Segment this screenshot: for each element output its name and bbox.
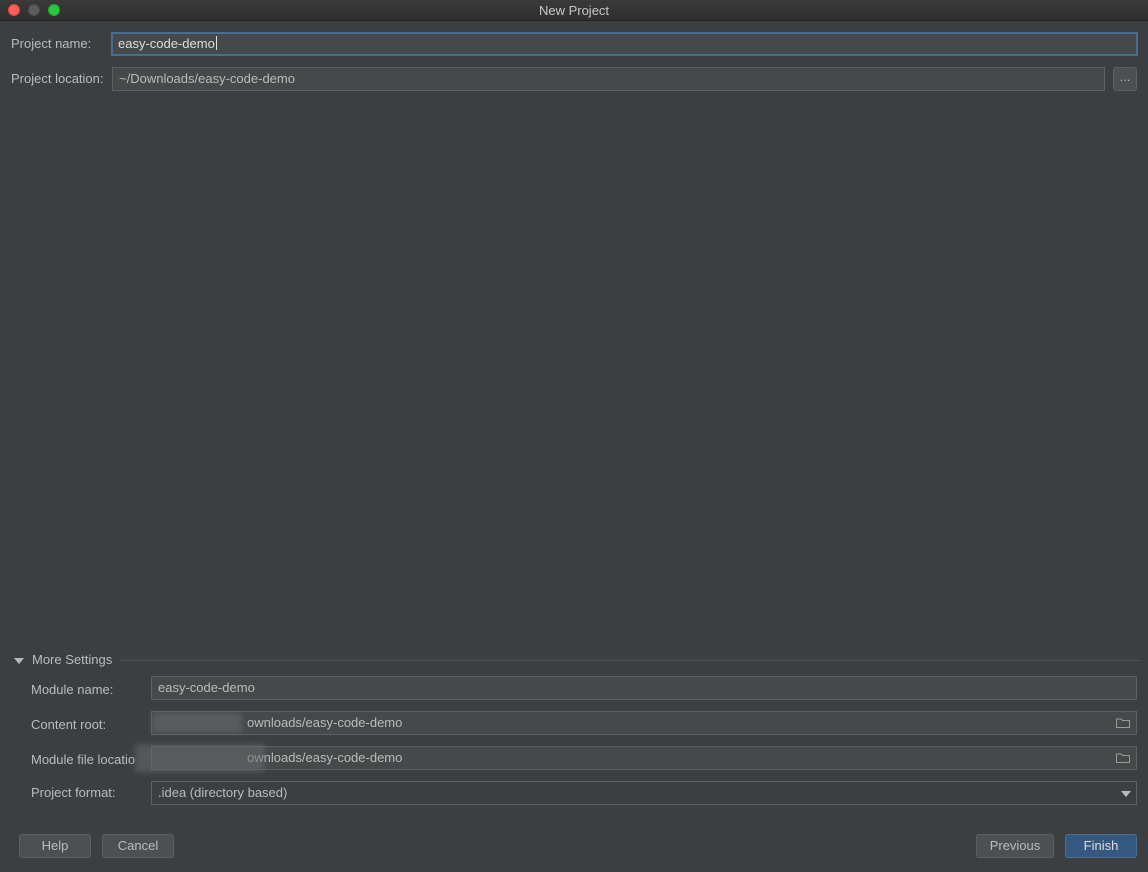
help-button[interactable]: Help	[19, 834, 91, 858]
project-name-label: Project name:	[11, 36, 92, 51]
module-name-input[interactable]: easy-code-demo	[151, 676, 1137, 700]
section-divider	[120, 660, 1140, 661]
project-format-value: .idea (directory based)	[158, 785, 288, 800]
new-project-dialog: New Project Project name: easy-code-demo…	[0, 0, 1148, 872]
cancel-button[interactable]: Cancel	[102, 834, 174, 858]
folder-icon[interactable]	[1116, 753, 1130, 763]
content-root-label: Content root:	[31, 717, 107, 732]
module-name-value: easy-code-demo	[158, 680, 255, 695]
module-file-location-value: ownloads/easy-code-demo	[247, 750, 403, 765]
title-bar: New Project	[0, 0, 1148, 21]
chevron-down-icon[interactable]	[1121, 791, 1131, 797]
content-root-input[interactable]: ownloads/easy-code-demo	[151, 711, 1137, 735]
project-format-select[interactable]: .idea (directory based)	[151, 781, 1137, 805]
folder-icon[interactable]	[1116, 718, 1130, 728]
content-root-value: ownloads/easy-code-demo	[247, 715, 403, 730]
project-format-label: Project format:	[31, 785, 116, 800]
project-location-label: Project location:	[11, 71, 104, 86]
project-name-value: easy-code-demo	[118, 36, 215, 51]
project-name-input[interactable]: easy-code-demo	[111, 32, 1138, 56]
more-settings-header[interactable]: More Settings	[32, 652, 112, 668]
disclosure-triangle-icon[interactable]	[14, 658, 24, 664]
browse-location-button[interactable]: ...	[1113, 67, 1137, 91]
module-file-location-label: Module file locatio	[31, 752, 136, 767]
previous-button[interactable]: Previous	[976, 834, 1054, 858]
redacted-path	[135, 744, 265, 772]
finish-button[interactable]: Finish	[1065, 834, 1137, 858]
window-title: New Project	[538, 3, 610, 18]
redacted-path	[152, 713, 242, 733]
text-cursor	[215, 36, 217, 50]
module-name-label: Module name:	[31, 682, 114, 697]
project-location-value: ~/Downloads/easy-code-demo	[119, 71, 295, 86]
project-location-input[interactable]: ~/Downloads/easy-code-demo	[112, 67, 1105, 91]
module-file-location-input[interactable]: ownloads/easy-code-demo	[151, 746, 1137, 770]
